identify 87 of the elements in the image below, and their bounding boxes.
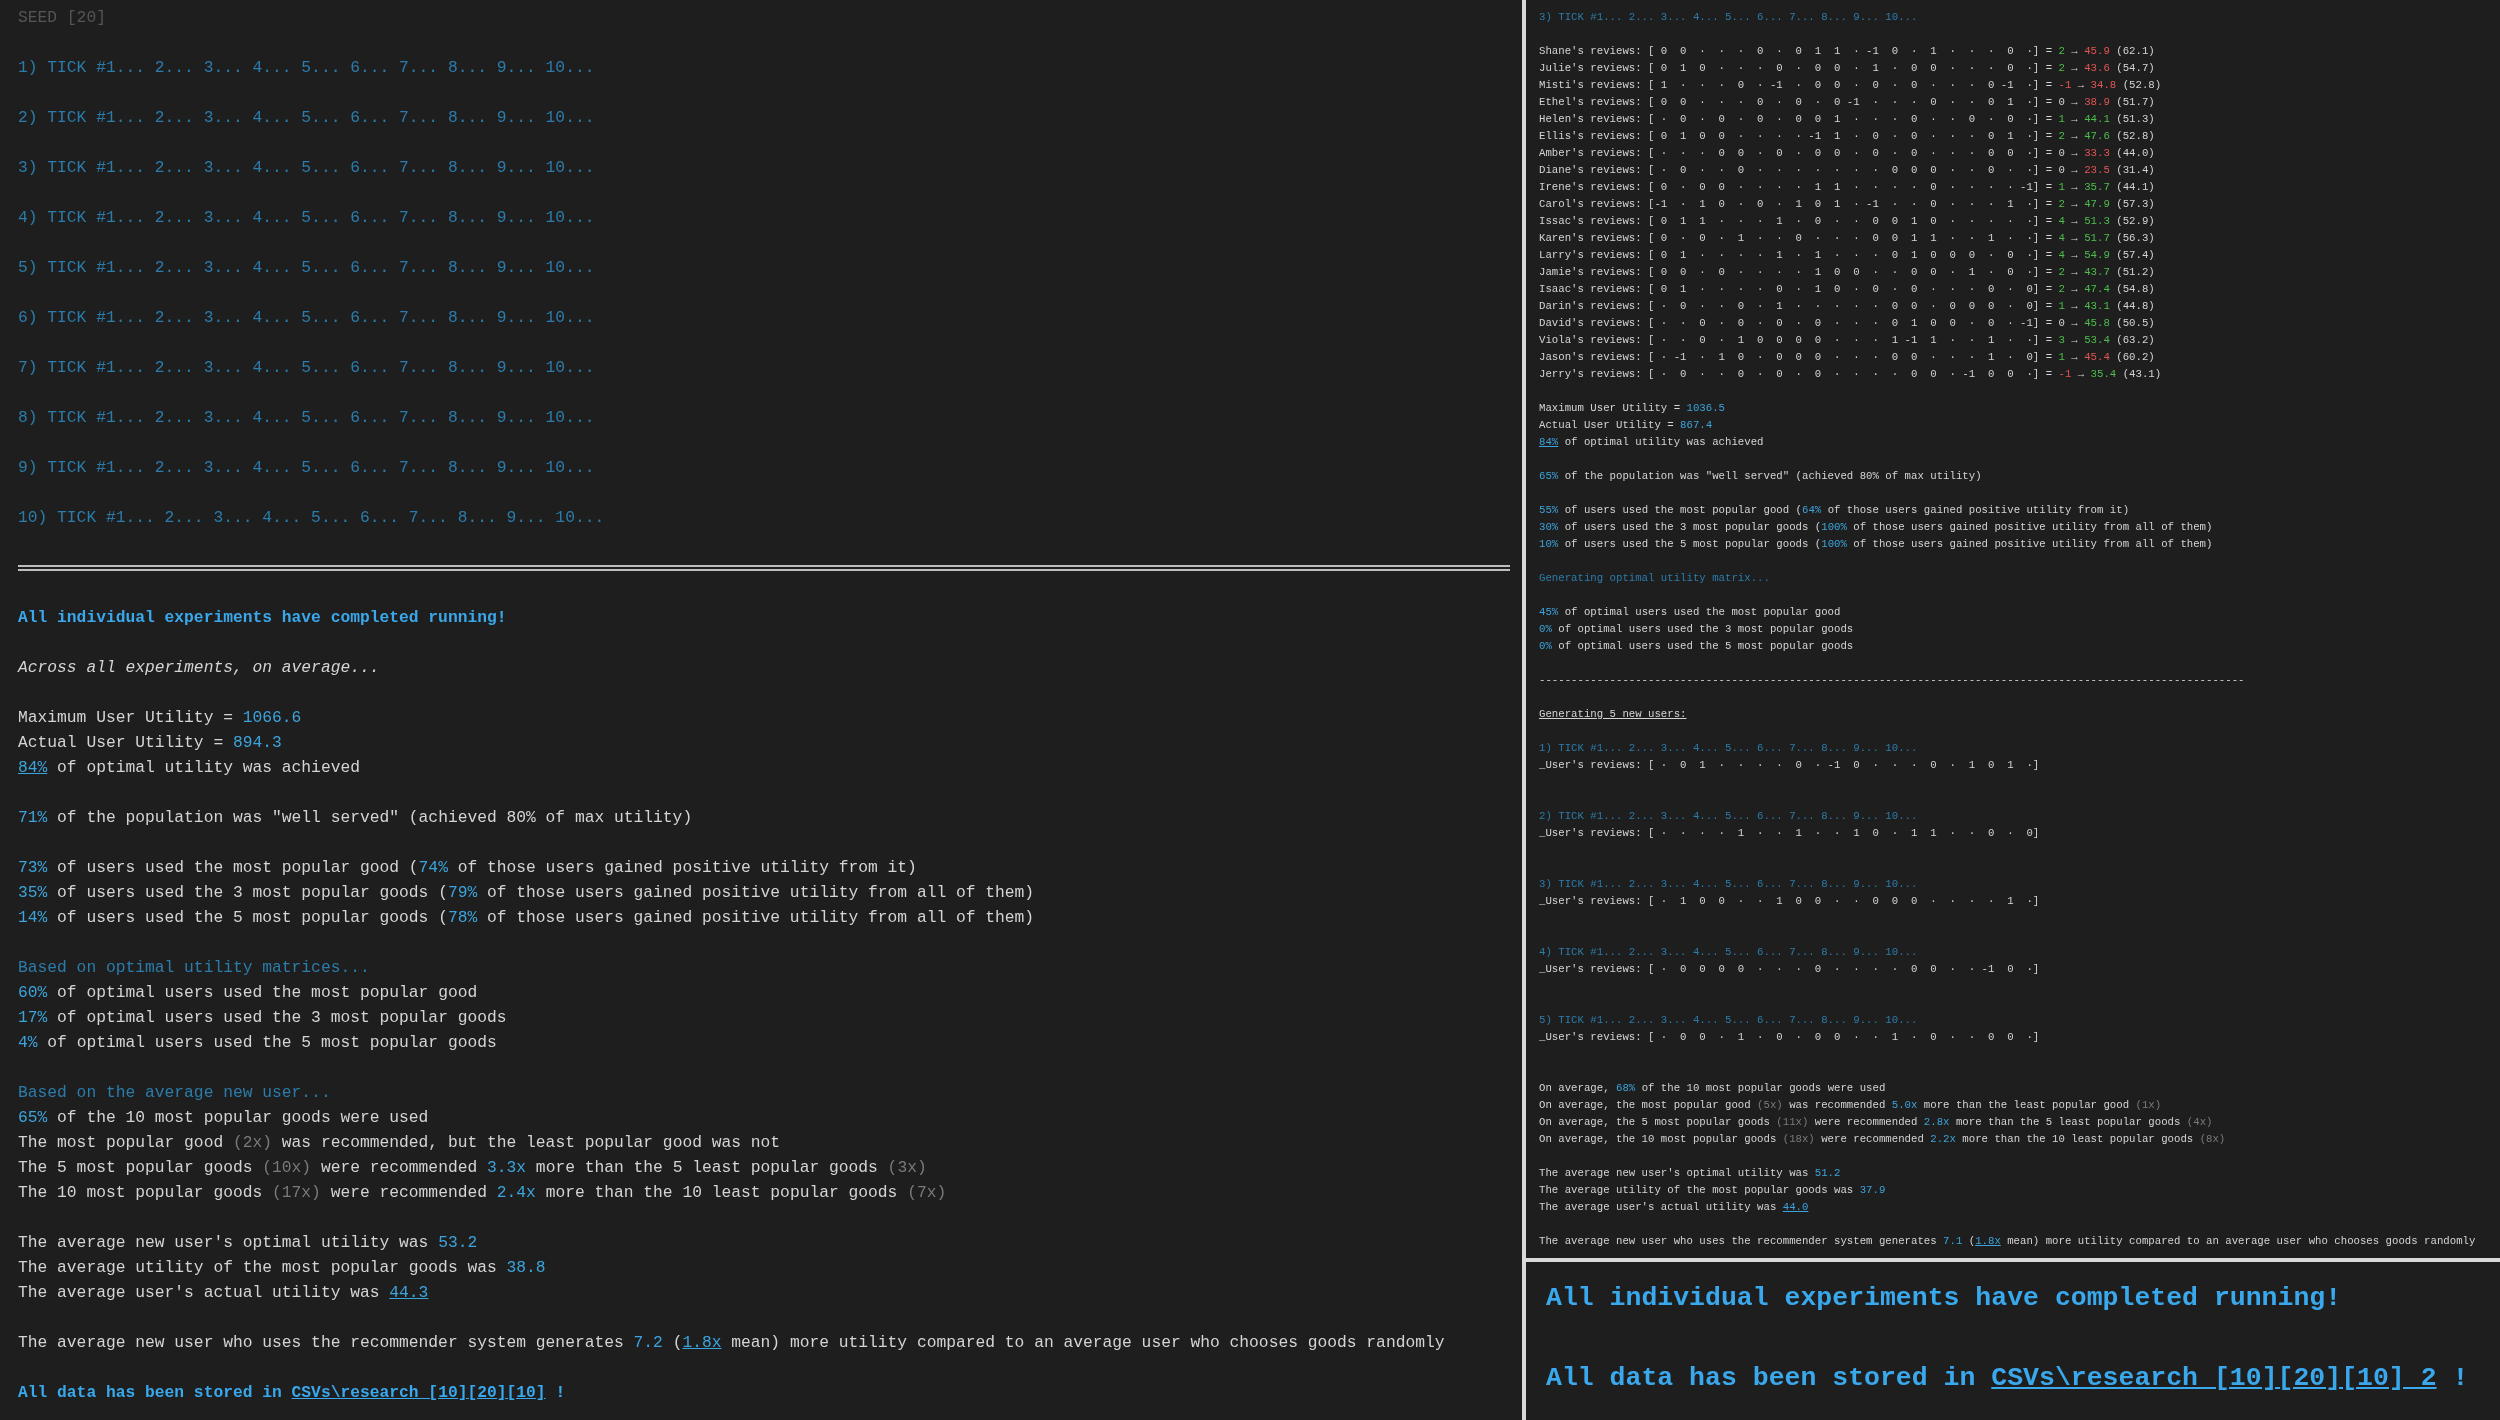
- terminal-line: Generating optimal utility matrix...: [1539, 571, 1770, 586]
- terminal-line: 0% of optimal users used the 3 most popular goods: [1539, 622, 1854, 637]
- terminal-line: Based on optimal utility matrices...: [18, 957, 370, 979]
- terminal-line: The most popular good (2x) was recommended, but the least popular good was not: [18, 1132, 781, 1154]
- terminal-line: Isaac's reviews: [ 0 1 · · · · 0 · 1 0 · 0 · 0 · · · 0 · 0] = 2 → 47.4 (54.8): [1539, 282, 2155, 297]
- terminal-line: _User's reviews: [ · 0 0 0 0 · · · 0 · · · · 0 0 · · -1 0 ·]: [1539, 962, 2040, 977]
- terminal-line: Carol's reviews: [-1 · 1 0 · 0 · 1 0 1 · -1 · · 0 · · · 1 ·] = 2 → 47.9 (57.3): [1539, 197, 2155, 212]
- terminal-line: 10% of users used the 5 most popular goods (100% of those users gained positive utility from all of them): [1539, 537, 2213, 552]
- terminal-line: All data has been stored in CSVs\research_[10][20][10]_2 !: [1546, 1362, 2469, 1395]
- terminal-line: _User's reviews: [ · · · · 1 · · 1 · · 1 0 · 1 1 · · 0 · 0]: [1539, 826, 2040, 841]
- terminal-line: Julie's reviews: [ 0 1 0 · · · 0 · 0 0 · 1 · 0 0 · · · 0 ·] = 2 → 43.6 (54.7): [1539, 61, 2155, 76]
- terminal-line: 3) TICK #1... 2... 3... 4... 5... 6... 7... 8... 9... 10...: [1539, 10, 1918, 25]
- terminal-line: The 5 most popular goods (10x) were recommended 3.3x more than the 5 least popular goods (3x): [18, 1157, 927, 1179]
- terminal-line: The average new user who uses the recommender system generates 7.1 (1.8x mean) more utility compared to an average user who chooses goods randomly: [1539, 1234, 2476, 1249]
- terminal-line: Across all experiments, on average...: [18, 657, 380, 679]
- terminal-line: Based on the average new user...: [18, 1082, 331, 1104]
- terminal-line: 4% of optimal users used the 5 most popular goods: [18, 1032, 497, 1054]
- terminal-line: 7) TICK #1... 2... 3... 4... 5... 6... 7... 8... 9... 10...: [18, 357, 595, 379]
- terminal-line: On average, the most popular good (5x) was recommended 5.0x more than the least popular good (1x): [1539, 1098, 2162, 1113]
- terminal-line: 4) TICK #1... 2... 3... 4... 5... 6... 7... 8... 9... 10...: [1539, 945, 1918, 960]
- terminal-line: Issac's reviews: [ 0 1 1 · · · 1 · 0 · · 0 0 1 0 · · · · ·] = 4 → 51.3 (52.9): [1539, 214, 2155, 229]
- terminal-line: On average, the 10 most popular goods (18x) were recommended 2.2x more than the 10 least popular goods (8x): [1539, 1132, 2226, 1147]
- terminal-line: Generating 5 new users:: [1539, 707, 1687, 722]
- terminal-line: Amber's reviews: [ · · · 0 0 · 0 · 0 0 · 0 · 0 · · · 0 0 ·] = 0 → 33.3 (44.0): [1539, 146, 2155, 161]
- terminal-line: 10) TICK #1... 2... 3... 4... 5... 6... 7... 8... 9... 10...: [18, 507, 605, 529]
- terminal-line: 2) TICK #1... 2... 3... 4... 5... 6... 7... 8... 9... 10...: [18, 107, 595, 129]
- terminal-line: --------------------------------------------------------------------------------------------------------------: [1539, 673, 2245, 688]
- terminal-line: The average user's actual utility was 44.3: [18, 1282, 429, 1304]
- terminal-line: The average user's actual utility was 44.0: [1539, 1200, 1809, 1215]
- terminal-line: The average utility of the most popular goods was 37.9: [1539, 1183, 1886, 1198]
- terminal-line: David's reviews: [ · · 0 · 0 · 0 · 0 · · · 0 1 0 0 · 0 · -1] = 0 → 45.8 (50.5): [1539, 316, 2155, 331]
- terminal-line: 1) TICK #1... 2... 3... 4... 5... 6... 7... 8... 9... 10...: [1539, 741, 1918, 756]
- terminal-line: All individual experiments have completed running!: [18, 607, 507, 629]
- terminal-line: 35% of users used the 3 most popular goods (79% of those users gained positive utility from all of them): [18, 882, 1035, 904]
- terminal-line: _User's reviews: [ · 0 1 · · · · 0 · -1 0 · · · 0 · 1 0 1 ·]: [1539, 758, 2040, 773]
- terminal-line: 45% of optimal users used the most popular good: [1539, 605, 1841, 620]
- terminal-line: 65% of the population was "well served" (achieved 80% of max utility): [1539, 469, 1982, 484]
- terminal-line: 17% of optimal users used the 3 most popular goods: [18, 1007, 507, 1029]
- terminal-line: Darin's reviews: [ · 0 · · 0 · 1 · · · · · 0 0 · 0 0 0 · 0] = 1 → 43.1 (44.8): [1539, 299, 2155, 314]
- terminal-line: Karen's reviews: [ 0 · 0 · 1 · · 0 · · · 0 0 1 1 · · 1 · ·] = 4 → 51.7 (56.3): [1539, 231, 2155, 246]
- terminal-line: All individual experiments have completed running!: [1546, 1282, 2342, 1315]
- terminal-line: 84% of optimal utility was achieved: [1539, 435, 1764, 450]
- terminal-line: The 10 most popular goods (17x) were recommended 2.4x more than the 10 least popular goods (7x): [18, 1182, 947, 1204]
- terminal-line: Irene's reviews: [ 0 · 0 0 · · · · 1 1 · · · · 0 · · · · -1] = 1 → 35.7 (44.1): [1539, 180, 2155, 195]
- terminal-line: The average new user who uses the recommender system generates 7.2 (1.8x mean) more utility compared to an average user who chooses goods randomly: [18, 1332, 1445, 1354]
- terminal-line: All data has been stored in CSVs\research_[10][20][10] !: [18, 1382, 566, 1404]
- terminal-line: 2) TICK #1... 2... 3... 4... 5... 6... 7... 8... 9... 10...: [1539, 809, 1918, 824]
- terminal-line: Shane's reviews: [ 0 0 · · · 0 · 0 1 1 · -1 0 · 1 · · · 0 ·] = 2 → 45.9 (62.1): [1539, 44, 2155, 59]
- terminal-line: 14% of users used the 5 most popular goods (78% of those users gained positive utility from all of them): [18, 907, 1035, 929]
- terminal-line: 65% of the 10 most popular goods were used: [18, 1107, 429, 1129]
- terminal-line: Jason's reviews: [ · -1 · 1 0 · 0 0 0 · · · 0 0 · · · 1 · 0] = 1 → 45.4 (60.2): [1539, 350, 2155, 365]
- terminal-line: 71% of the population was "well served" (achieved 80% of max utility): [18, 807, 693, 829]
- terminal-line: Jamie's reviews: [ 0 0 · 0 · · · · 1 0 0 · · 0 0 · 1 · 0 ·] = 2 → 43.7 (51.2): [1539, 265, 2155, 280]
- terminal-line: Jerry's reviews: [ · 0 · · 0 · 0 · 0 · · · · 0 0 · -1 0 0 ·] = -1 → 35.4 (43.1): [1539, 367, 2162, 382]
- terminal-line: Actual User Utility = 894.3: [18, 732, 282, 754]
- terminal-line: 0% of optimal users used the 5 most popular goods: [1539, 639, 1854, 654]
- terminal-line: Helen's reviews: [ · 0 · 0 · 0 · 0 0 1 · · · 0 · · 0 · 0 ·] = 1 → 44.1 (51.3): [1539, 112, 2155, 127]
- terminal-line: 5) TICK #1... 2... 3... 4... 5... 6... 7... 8... 9... 10...: [1539, 1013, 1918, 1028]
- terminal-line: _User's reviews: [ · 0 0 · 1 · 0 · 0 0 · · 1 · 0 · · 0 0 ·]: [1539, 1030, 2040, 1045]
- terminal-line: Maximum User Utility = 1036.5: [1539, 401, 1725, 416]
- terminal-line: Viola's reviews: [ · · 0 · 1 0 0 0 0 · · · 1 -1 1 · · 1 · ·] = 3 → 53.4 (63.2): [1539, 333, 2155, 348]
- terminal-line: Misti's reviews: [ 1 · · · 0 · -1 · 0 0 · 0 · 0 · · · 0 -1 ·] = -1 → 34.8 (52.8): [1539, 78, 2162, 93]
- terminal-line: 3) TICK #1... 2... 3... 4... 5... 6... 7... 8... 9... 10...: [18, 157, 595, 179]
- terminal-line: 30% of users used the 3 most popular goods (100% of those users gained positive utility from all of them): [1539, 520, 2213, 535]
- terminal-line: 5) TICK #1... 2... 3... 4... 5... 6... 7... 8... 9... 10...: [18, 257, 595, 279]
- terminal-line: 4) TICK #1... 2... 3... 4... 5... 6... 7... 8... 9... 10...: [18, 207, 595, 229]
- terminal-line: 3) TICK #1... 2... 3... 4... 5... 6... 7... 8... 9... 10...: [1539, 877, 1918, 892]
- terminal-line: The average new user's optimal utility was 51.2: [1539, 1166, 1841, 1181]
- terminal-line: 84% of optimal utility was achieved: [18, 757, 360, 779]
- terminal-line: Larry's reviews: [ 0 1 · · · · 1 · 1 · · · 0 1 0 0 0 · 0 ·] = 4 → 54.9 (57.4): [1539, 248, 2155, 263]
- terminal-line: 1) TICK #1... 2... 3... 4... 5... 6... 7... 8... 9... 10...: [18, 57, 595, 79]
- terminal-line: 9) TICK #1... 2... 3... 4... 5... 6... 7... 8... 9... 10...: [18, 457, 595, 479]
- terminal-line: Actual User Utility = 867.4: [1539, 418, 1713, 433]
- terminal-line: The average new user's optimal utility was 53.2: [18, 1232, 478, 1254]
- terminal-line: On average, the 5 most popular goods (11x) were recommended 2.8x more than the 5 least popular goods (4x): [1539, 1115, 2213, 1130]
- terminal-line: On average, 68% of the 10 most popular goods were used: [1539, 1081, 1886, 1096]
- terminal-line: 60% of optimal users used the most popular good: [18, 982, 478, 1004]
- terminal-line: 8) TICK #1... 2... 3... 4... 5... 6... 7... 8... 9... 10...: [18, 407, 595, 429]
- terminal-line: 73% of users used the most popular good (74% of those users gained positive utility from it): [18, 857, 917, 879]
- terminal-line: 55% of users used the most popular good (64% of those users gained positive utility from it): [1539, 503, 2130, 518]
- terminal-line: _User's reviews: [ · 1 0 0 · · 1 0 0 · · 0 0 0 · · · · 1 ·]: [1539, 894, 2040, 909]
- terminal-line: Ethel's reviews: [ 0 0 · · · 0 · 0 · 0 -1 · · · 0 · · 0 1 ·] = 0 → 38.9 (51.7): [1539, 95, 2155, 110]
- terminal-line: Maximum User Utility = 1066.6: [18, 707, 302, 729]
- terminal-line: 6) TICK #1... 2... 3... 4... 5... 6... 7... 8... 9... 10...: [18, 307, 595, 329]
- terminal-line: The average utility of the most popular goods was 38.8: [18, 1257, 546, 1279]
- terminal-line: Diane's reviews: [ · 0 · · 0 · · · · · · · 0 0 0 · · 0 · ·] = 0 → 23.5 (31.4): [1539, 163, 2155, 178]
- terminal-line: Ellis's reviews: [ 0 1 0 0 · · · · -1 1 · 0 · 0 · · · 0 1 ·] = 2 → 47.6 (52.8): [1539, 129, 2155, 144]
